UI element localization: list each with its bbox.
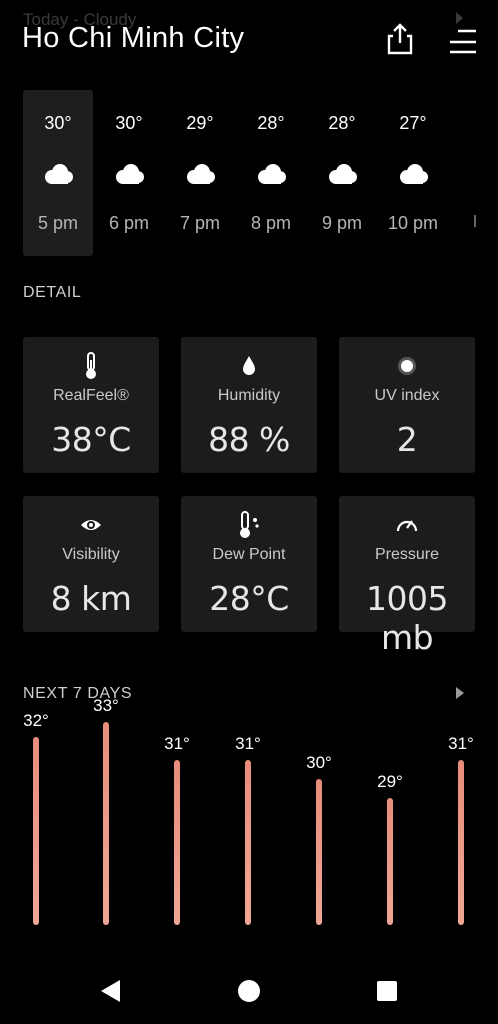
card-icon xyxy=(237,352,261,380)
day-item[interactable]: 30° xyxy=(294,753,344,925)
detail-card[interactable]: Humidity 88 % xyxy=(181,337,317,473)
cloud-icon xyxy=(400,164,428,184)
card-value: 88 % xyxy=(208,420,290,459)
day-temp: 30° xyxy=(306,753,332,772)
share-icon xyxy=(387,23,413,55)
detail-card[interactable]: Visibility 8 km xyxy=(23,496,159,632)
card-icon xyxy=(237,511,261,539)
hour-time: 9 pm xyxy=(321,213,363,233)
next-7-days-arrow-icon[interactable] xyxy=(456,687,464,699)
card-value: 38°C xyxy=(51,420,131,459)
day-temp: 31° xyxy=(235,734,261,753)
card-icon xyxy=(79,511,103,539)
detail-card[interactable]: RealFeel® 38°C xyxy=(23,337,159,473)
hour-temp: 29° xyxy=(186,113,214,133)
day-item[interactable]: 31° xyxy=(152,734,202,925)
day-temp-bar xyxy=(174,760,180,925)
hour-time: 7 pm xyxy=(179,213,221,233)
hour-item[interactable]: 29° 7 pm xyxy=(165,90,235,256)
hour-cloud xyxy=(325,162,359,186)
sun-icon xyxy=(398,357,416,375)
hour-temp: 28° xyxy=(257,113,285,133)
card-label: Dew Point xyxy=(212,546,286,563)
card-icon xyxy=(395,352,419,380)
card-value: 8 km xyxy=(50,579,132,618)
card-label: Humidity xyxy=(217,387,281,404)
cloud-icon xyxy=(116,164,144,184)
thermometer-icon xyxy=(86,352,96,379)
detail-card[interactable]: UV index 2 xyxy=(339,337,475,473)
card-label: UV index xyxy=(374,387,440,404)
detail-card[interactable]: Dew Point 28°C xyxy=(181,496,317,632)
gauge-icon xyxy=(396,520,418,532)
detail-section-title: DETAIL xyxy=(23,284,82,301)
daily-forecast[interactable]: 32° 33° 31° 31° 30° 29° 31° xyxy=(0,696,498,940)
card-label: Pressure xyxy=(374,546,440,563)
day-temp-bar xyxy=(387,798,393,925)
cloud-icon xyxy=(258,164,286,184)
detail-card[interactable]: Pressure 1005 mb xyxy=(339,496,475,657)
hour-cloud xyxy=(183,162,217,186)
eye-icon xyxy=(81,520,101,530)
hour-cloud xyxy=(112,162,146,186)
day-item[interactable]: 31° xyxy=(436,734,486,925)
hour-cloud xyxy=(396,162,430,186)
hour-item[interactable]: 28° 9 pm xyxy=(307,90,377,256)
day-item[interactable]: 29° xyxy=(365,772,415,925)
card-value: 1005 mb xyxy=(366,579,448,657)
hour-item[interactable]: 30° 5 pm xyxy=(23,90,93,256)
menu-icon xyxy=(450,29,476,54)
cloud-icon xyxy=(45,164,73,184)
recents-button[interactable] xyxy=(377,981,397,1001)
card-icon xyxy=(395,511,419,539)
hour-time: 8 pm xyxy=(250,213,292,233)
card-label: Visibility xyxy=(62,546,120,563)
hour-time: 10 pm xyxy=(387,213,439,233)
day-temp: 32° xyxy=(23,711,49,730)
hour-item[interactable]: 30° 6 pm xyxy=(94,90,164,256)
day-temp: 33° xyxy=(93,696,119,715)
day-temp: 31° xyxy=(164,734,190,753)
day-temp: 31° xyxy=(448,734,474,753)
back-button[interactable] xyxy=(101,980,120,1002)
hour-cloud xyxy=(41,162,75,186)
hour-time: 6 pm xyxy=(108,213,150,233)
card-value: 2 xyxy=(396,420,418,459)
hour-time: 5 pm xyxy=(37,213,79,233)
day-temp: 29° xyxy=(377,772,403,791)
droplet-icon xyxy=(243,356,255,375)
hour-temp: 28° xyxy=(328,113,356,133)
day-item[interactable]: 32° xyxy=(11,711,61,925)
day-temp-bar xyxy=(458,760,464,925)
hour-temp: 30° xyxy=(44,113,72,133)
home-button[interactable] xyxy=(238,980,260,1002)
hourly-forecast[interactable]: 30° 5 pm 30° 6 pm 29° 7 pm 28° 8 pm 28° 9 pm 27° 10… xyxy=(0,90,498,256)
card-label: RealFeel® xyxy=(53,387,129,404)
day-temp-bar xyxy=(33,737,39,925)
dew-point-icon xyxy=(240,511,259,538)
hour-temp: 27° xyxy=(399,113,427,133)
hour-cloud xyxy=(254,162,288,186)
card-value: 28°C xyxy=(209,579,289,618)
day-temp-bar xyxy=(245,760,251,925)
city-title: Ho Chi Minh City xyxy=(22,22,245,54)
day-item[interactable]: 33° xyxy=(81,696,131,925)
menu-button[interactable] xyxy=(448,22,480,58)
day-temp-bar xyxy=(103,722,109,925)
hour-item[interactable]: 28° 8 pm xyxy=(236,90,306,256)
cloud-icon xyxy=(187,164,215,184)
day-temp-bar xyxy=(316,779,322,925)
hour-temp: 30° xyxy=(115,113,143,133)
hour-item[interactable]: 27° 10 pm xyxy=(378,90,448,256)
cloud-icon xyxy=(329,164,357,184)
system-nav-bar xyxy=(0,958,498,1024)
share-button[interactable] xyxy=(384,22,416,58)
card-icon xyxy=(79,352,103,380)
hourly-scroll-edge xyxy=(474,215,476,227)
day-item[interactable]: 31° xyxy=(223,734,273,925)
